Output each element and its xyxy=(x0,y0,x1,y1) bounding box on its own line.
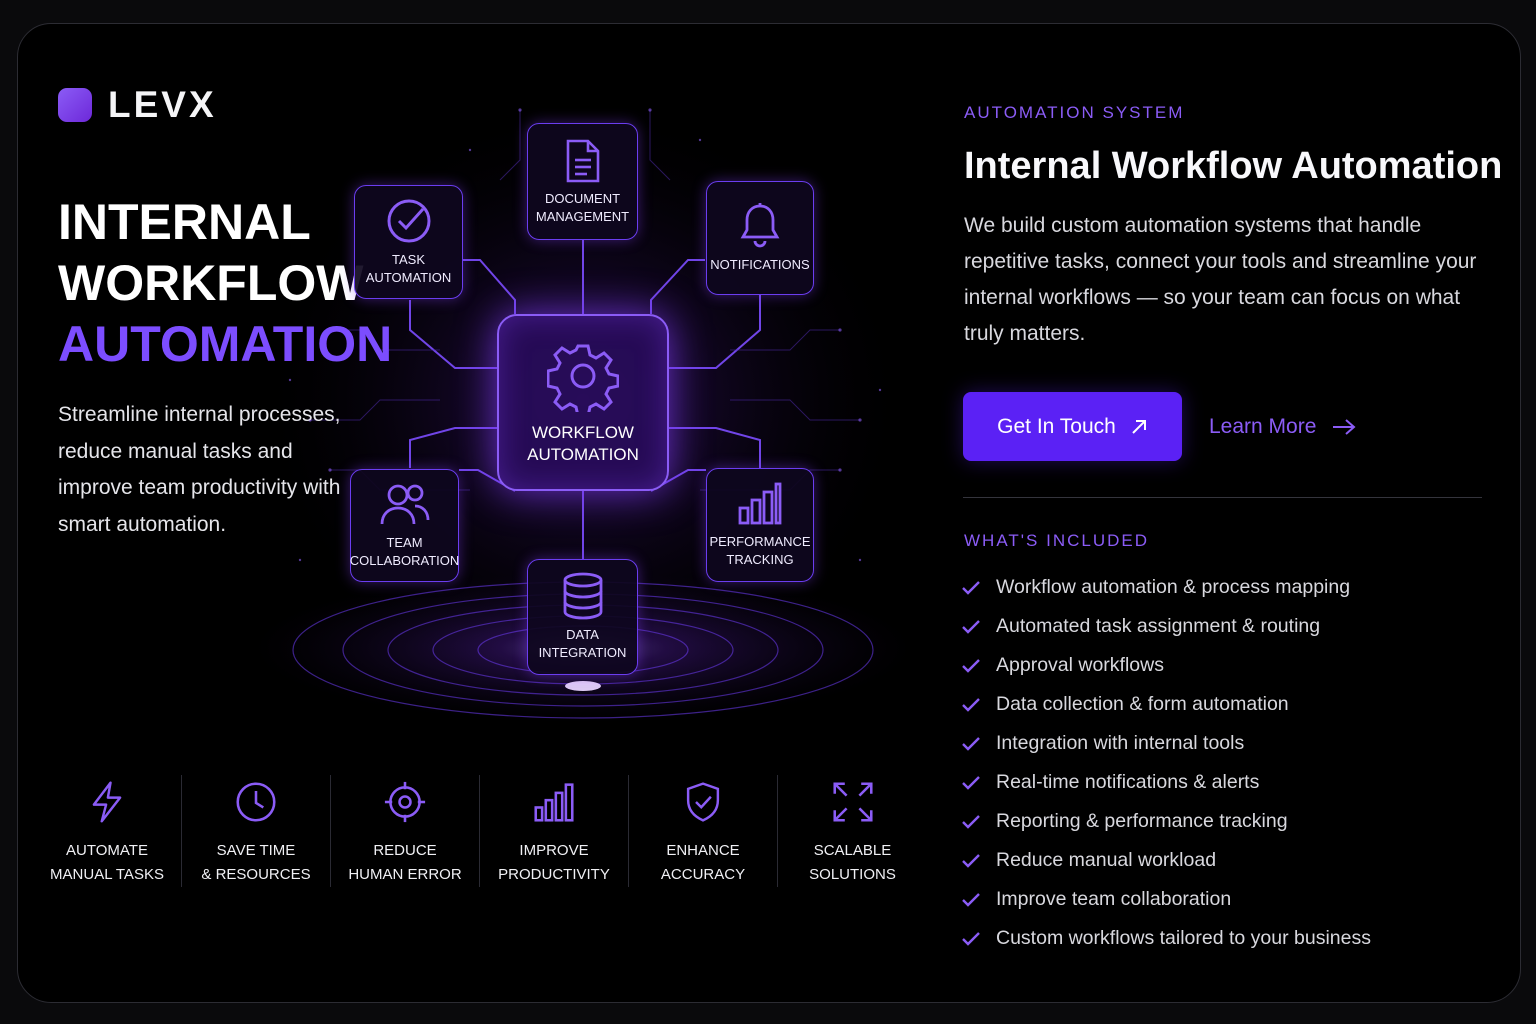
hero-title: INTERNAL WORKFLOW AUTOMATION xyxy=(58,192,392,375)
hero-title-line-3: AUTOMATION xyxy=(58,316,393,372)
benefit-label: ENHANCE ACCURACY xyxy=(660,842,746,883)
benefit-productivity: IMPROVE PRODUCTIVITY xyxy=(480,775,629,887)
database-icon xyxy=(563,572,602,620)
arrow-right-icon xyxy=(1333,419,1356,435)
node-performance-tracking[interactable]: PERFORMANCE TRACKING xyxy=(706,468,814,582)
check-icon xyxy=(962,658,980,673)
benefit-label: REDUCE HUMAN ERROR xyxy=(348,842,462,883)
check-icon xyxy=(962,931,980,946)
panel-description: We build custom automation systems that … xyxy=(964,214,1477,345)
check-icon xyxy=(962,853,980,868)
node-task-automation[interactable]: TASK AUTOMATION xyxy=(354,185,463,299)
check-icon xyxy=(962,814,980,829)
check-icon xyxy=(962,775,980,790)
node-label: NOTIFICATIONS xyxy=(710,257,810,272)
benefits-row: AUTOMATE MANUAL TASKS SAVE TIME & RESOUR… xyxy=(33,775,927,887)
list-item-label: Data collection & form automation xyxy=(996,693,1289,715)
bell-icon xyxy=(740,203,780,248)
node-document-management[interactable]: DOCUMENT MANAGEMENT xyxy=(527,123,638,240)
list-item: Improve team collaboration xyxy=(961,880,1371,919)
list-item-label: Reporting & performance tracking xyxy=(996,810,1288,832)
list-item-label: Custom workflows tailored to your busine… xyxy=(996,927,1371,949)
list-item-label: Automated task assignment & routing xyxy=(996,615,1321,637)
arrow-up-right-icon xyxy=(1132,419,1146,434)
benefit-label: SAVE TIME & RESOURCES xyxy=(201,842,311,883)
list-item: Reduce manual workload xyxy=(961,841,1371,880)
list-item-label: Integration with internal tools xyxy=(996,732,1245,754)
shield-check-icon xyxy=(686,782,720,822)
get-in-touch-button[interactable]: Get In Touch xyxy=(963,392,1182,461)
lightning-icon xyxy=(92,781,122,823)
brand-name: LEVX xyxy=(108,84,217,125)
brand-logo[interactable]: LEVX xyxy=(58,84,217,126)
workflow-hub: WORKFLOW AUTOMATION xyxy=(497,314,669,491)
included-list: Workflow automation & process mapping Au… xyxy=(961,568,1371,958)
list-item-label: Reduce manual workload xyxy=(996,849,1217,871)
bar-chart-icon xyxy=(534,783,574,822)
hero-title-line-1: INTERNAL xyxy=(58,194,311,250)
panel-title: Internal Workflow Automation xyxy=(964,145,1503,187)
hub-label: WORKFLOW AUTOMATION xyxy=(527,422,639,464)
check-circle-icon xyxy=(387,199,430,243)
expand-icon xyxy=(832,782,873,822)
hero-title-line-2: WORKFLOW xyxy=(58,255,364,311)
node-team-collaboration[interactable]: TEAM COLLABORATION xyxy=(350,469,459,582)
users-icon xyxy=(380,484,429,524)
document-icon xyxy=(566,139,599,182)
benefit-automate: AUTOMATE MANUAL TASKS xyxy=(33,775,182,887)
hero-subtitle: Streamline internal processes, reduce ma… xyxy=(58,403,341,536)
benefit-accuracy: ENHANCE ACCURACY xyxy=(629,775,778,887)
logo-mark-icon xyxy=(58,88,92,122)
benefit-save-time: SAVE TIME & RESOURCES xyxy=(182,775,331,887)
node-label: TASK AUTOMATION xyxy=(365,252,452,285)
node-data-integration[interactable]: DATA INTEGRATION xyxy=(527,559,638,675)
list-item: Custom workflows tailored to your busine… xyxy=(961,919,1371,958)
section-divider xyxy=(963,497,1482,498)
clock-icon xyxy=(236,782,276,822)
learn-more-link[interactable]: Learn More xyxy=(1209,408,1356,446)
check-icon xyxy=(962,736,980,751)
list-item: Automated task assignment & routing xyxy=(961,607,1371,646)
check-icon xyxy=(962,619,980,634)
list-item: Real-time notifications & alerts xyxy=(961,763,1371,802)
benefit-label: IMPROVE PRODUCTIVITY xyxy=(498,842,610,883)
benefit-scalable: SCALABLE SOLUTIONS xyxy=(778,775,927,887)
check-icon xyxy=(962,580,980,595)
list-item: Integration with internal tools xyxy=(961,724,1371,763)
get-in-touch-label: Get In Touch xyxy=(997,414,1116,438)
included-heading: WHAT'S INCLUDED xyxy=(964,531,1149,550)
bar-chart-icon xyxy=(738,482,782,525)
node-label: PERFORMANCE TRACKING xyxy=(709,534,811,567)
check-icon xyxy=(962,697,980,712)
benefit-label: AUTOMATE MANUAL TASKS xyxy=(50,842,164,883)
learn-more-label: Learn More xyxy=(1209,415,1317,438)
list-item: Workflow automation & process mapping xyxy=(961,568,1371,607)
node-label: DATA INTEGRATION xyxy=(538,627,627,660)
list-item-label: Workflow automation & process mapping xyxy=(996,576,1351,598)
check-icon xyxy=(962,892,980,907)
list-item-label: Improve team collaboration xyxy=(996,888,1232,910)
benefit-label: SCALABLE SOLUTIONS xyxy=(809,842,896,883)
node-label: DOCUMENT MANAGEMENT xyxy=(535,190,630,224)
target-icon xyxy=(384,781,426,823)
list-item-label: Real-time notifications & alerts xyxy=(996,771,1260,793)
list-item: Data collection & form automation xyxy=(961,685,1371,724)
node-label: TEAM COLLABORATION xyxy=(349,534,460,568)
node-notifications[interactable]: NOTIFICATIONS xyxy=(706,181,814,295)
list-item: Reporting & performance tracking xyxy=(961,802,1371,841)
list-item-label: Approval workflows xyxy=(996,654,1164,676)
section-kicker: AUTOMATION SYSTEM xyxy=(964,103,1185,122)
benefit-reduce-error: REDUCE HUMAN ERROR xyxy=(331,775,480,887)
list-item: Approval workflows xyxy=(961,646,1371,685)
gear-icon xyxy=(547,344,619,412)
